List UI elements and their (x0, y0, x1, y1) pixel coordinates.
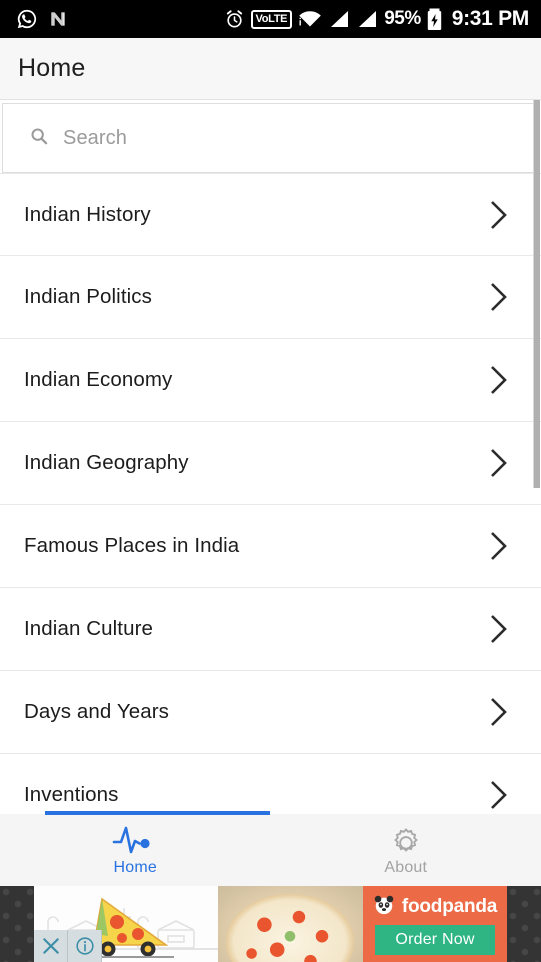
nougat-n-icon (48, 9, 68, 29)
ad-banner[interactable]: foodpanda Order Now (0, 886, 541, 962)
search-placeholder: Search (63, 126, 127, 149)
whatsapp-icon (16, 8, 38, 30)
list-item-label: Indian History (24, 202, 151, 226)
info-icon[interactable] (68, 930, 102, 962)
ad-brand-panel: foodpanda Order Now (363, 886, 507, 962)
chevron-right-icon (485, 280, 517, 314)
list-item-label: Days and Years (24, 700, 169, 723)
list-item[interactable]: Inventions (0, 754, 541, 814)
tab-home-label: Home (113, 859, 157, 876)
list-item-label: Famous Places in India (24, 534, 240, 557)
status-bar-right-icons: VoLTE 95% 9:31 PM (224, 7, 534, 31)
list-scrollbar[interactable] (533, 100, 541, 814)
ad-content[interactable]: foodpanda Order Now (34, 886, 507, 962)
chevron-right-icon (485, 198, 517, 232)
chevron-right-icon (485, 529, 517, 563)
ad-brand-label: foodpanda (401, 896, 498, 917)
tab-about-label: About (384, 859, 428, 876)
bottom-tab-bar: Home About (0, 811, 541, 886)
chevron-right-icon (485, 363, 517, 397)
tab-about[interactable]: About (271, 814, 541, 886)
search-icon (29, 126, 49, 151)
list-item[interactable]: Indian Economy (0, 339, 541, 422)
ad-texture-right (507, 886, 541, 962)
tab-home[interactable]: Home (0, 814, 271, 886)
chevron-right-icon (485, 778, 517, 812)
scrollbar-thumb[interactable] (534, 100, 540, 488)
page-title: Home (18, 54, 86, 82)
signal-icon-2 (356, 9, 378, 29)
list-item-label: Indian Culture (24, 617, 154, 640)
category-list: Indian History Indian Politics Indian Ec… (0, 173, 541, 814)
list-item[interactable]: Famous Places in India (0, 505, 541, 588)
panda-icon (373, 894, 395, 921)
gear-icon (389, 823, 423, 857)
signal-icon-1 (328, 9, 350, 29)
status-bar-left-icons (8, 8, 68, 30)
chevron-right-icon (485, 695, 517, 729)
pizza-image (226, 894, 354, 962)
list-item[interactable]: Indian Politics (0, 256, 541, 339)
ad-controls (34, 930, 102, 962)
list-item-label: Inventions (24, 783, 119, 806)
wifi-icon (298, 9, 322, 29)
volte-icon: VoLTE (250, 9, 293, 29)
app-bar: Home (0, 38, 541, 100)
battery-charging-icon (427, 7, 442, 31)
ad-brand-row: foodpanda (373, 894, 497, 921)
content-area: Search Indian History Indian Politics In… (0, 100, 541, 814)
ad-pizza-photo (218, 886, 363, 962)
list-item[interactable]: Indian Culture (0, 588, 541, 671)
list-item[interactable]: Days and Years (0, 671, 541, 754)
close-icon[interactable] (34, 930, 68, 962)
list-item-label: Indian Politics (24, 285, 152, 308)
battery-percent-label: 95% (384, 8, 421, 29)
list-item-label: Indian Geography (24, 451, 189, 474)
list-item[interactable]: Indian Geography (0, 422, 541, 505)
chevron-right-icon (485, 612, 517, 646)
active-tab-indicator (45, 811, 270, 815)
order-now-button[interactable]: Order Now (375, 924, 495, 955)
app-screen: VoLTE 95% 9:31 PM Home Search Indian His… (0, 0, 541, 962)
pulse-activity-icon (111, 823, 159, 857)
chevron-right-icon (485, 446, 517, 480)
list-item-label: Indian Economy (24, 368, 173, 391)
alarm-icon (224, 9, 245, 30)
ad-texture-left (0, 886, 34, 962)
status-bar: VoLTE 95% 9:31 PM (0, 0, 541, 38)
search-input[interactable]: Search (2, 103, 539, 173)
status-bar-clock: 9:31 PM (451, 7, 530, 30)
list-item[interactable]: Indian History (0, 173, 541, 256)
